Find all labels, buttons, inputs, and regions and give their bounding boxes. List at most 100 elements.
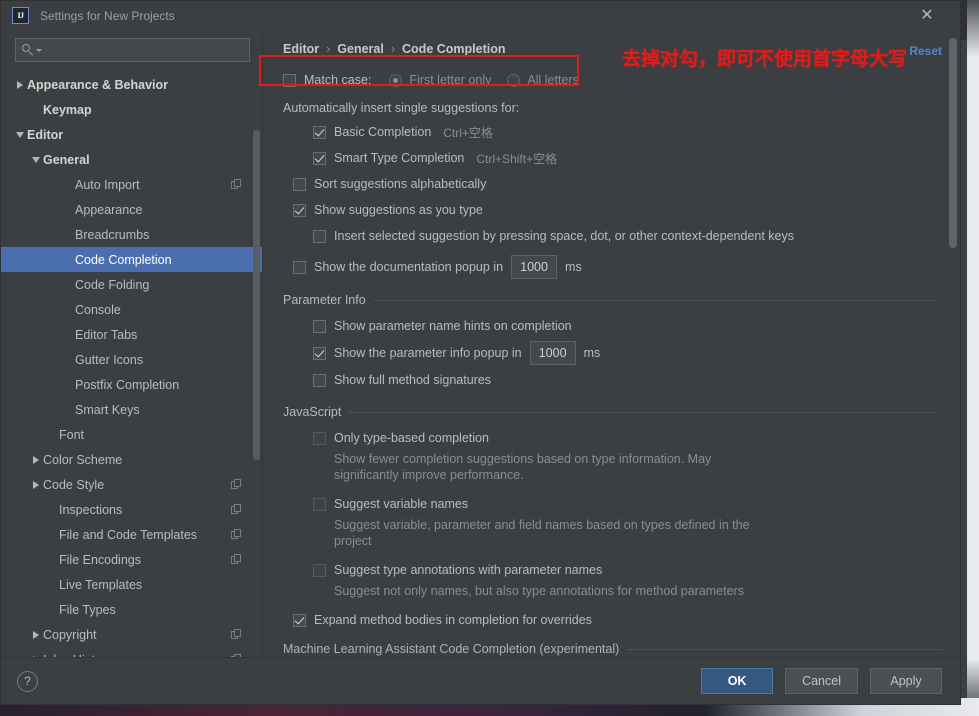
match-case-label: Match case: <box>304 73 372 87</box>
cancel-button[interactable]: Cancel <box>785 668 858 694</box>
sidebar-item-label: Code Folding <box>75 277 150 292</box>
sidebar-item-inspections[interactable]: Inspections <box>1 497 262 522</box>
sidebar-item-label: Inspections <box>59 502 123 517</box>
smart-type-completion-checkbox[interactable] <box>313 151 326 165</box>
doc-popup-label-before: Show the documentation popup in <box>314 260 504 274</box>
doc-popup-checkbox[interactable] <box>293 260 306 274</box>
only-type-based-description: Show fewer completion suggestions based … <box>334 452 712 482</box>
breadcrumb-item: General <box>337 42 384 56</box>
expand-method-bodies-checkbox[interactable] <box>293 613 306 627</box>
chevron-right-icon[interactable] <box>29 455 43 464</box>
section-divider <box>373 299 936 301</box>
section-divider <box>349 411 936 413</box>
suggest-type-annotations-checkbox[interactable] <box>313 563 326 577</box>
doc-popup-delay-input[interactable]: 1000 <box>511 255 558 279</box>
sidebar-item-label: Font <box>59 427 85 442</box>
sidebar-item-file-types[interactable]: File Types <box>1 597 262 622</box>
sidebar-item-appearance-behavior[interactable]: Appearance & Behavior <box>1 72 262 97</box>
sidebar-item-file-and-code-templates[interactable]: File and Code Templates <box>1 522 262 547</box>
ok-button[interactable]: OK <box>701 668 774 694</box>
chevron-right-icon[interactable] <box>29 630 43 639</box>
sidebar-item-label: Code Style <box>43 477 105 492</box>
param-info-popup-row: Show the parameter info popup in 1000 ms <box>313 341 936 365</box>
only-type-based-checkbox[interactable] <box>313 431 326 445</box>
sidebar-item-auto-import[interactable]: Auto Import <box>1 172 262 197</box>
suggest-type-annotations-row: Suggest type annotations with parameter … <box>313 559 936 581</box>
sidebar-item-smart-keys[interactable]: Smart Keys <box>1 397 262 422</box>
sidebar-item-label: Color Scheme <box>43 452 123 467</box>
copy-settings-icon <box>231 554 242 565</box>
sidebar-item-label: File Encodings <box>59 552 141 567</box>
sidebar-item-file-encodings[interactable]: File Encodings <box>1 547 262 572</box>
apply-button[interactable]: Apply <box>870 668 942 694</box>
sidebar-item-font[interactable]: Font <box>1 422 262 447</box>
sidebar-item-console[interactable]: Console <box>1 297 262 322</box>
close-icon[interactable]: ✕ <box>916 5 938 27</box>
basic-completion-row: Basic Completion Ctrl+空格 <box>313 121 936 143</box>
chevron-right-icon[interactable] <box>29 480 43 489</box>
radio-all-letters[interactable] <box>507 73 521 87</box>
sidebar-item-copyright[interactable]: Copyright <box>1 622 262 647</box>
copy-settings-icon <box>231 179 242 190</box>
param-info-popup-delay-input[interactable]: 1000 <box>529 341 576 365</box>
sidebar-item-gutter-icons[interactable]: Gutter Icons <box>1 347 262 372</box>
reset-link[interactable]: Reset <box>909 44 942 58</box>
settings-tree[interactable]: Appearance & Behavior Keymap Editor General… <box>1 68 262 657</box>
search-box[interactable] <box>15 38 250 62</box>
content-scrollbar[interactable] <box>949 38 957 248</box>
suggest-variable-names-checkbox[interactable] <box>313 497 326 511</box>
sidebar-item-inlay-hints[interactable]: Inlay Hints <box>1 647 262 657</box>
sidebar-item-code-style[interactable]: Code Style <box>1 472 262 497</box>
parameter-info-section-header: Parameter Info <box>283 293 936 307</box>
dialog-titlebar: IJ Settings for New Projects ✕ <box>1 1 960 30</box>
sidebar-item-breadcrumbs[interactable]: Breadcrumbs <box>1 222 262 247</box>
sidebar-item-label: Smart Keys <box>75 402 140 417</box>
sidebar-item-label: Inlay Hints <box>43 653 101 658</box>
sidebar-item-color-scheme[interactable]: Color Scheme <box>1 447 262 472</box>
search-icon <box>22 43 35 57</box>
sidebar-item-label: Editor Tabs <box>75 327 138 342</box>
full-method-signatures-label: Show full method signatures <box>334 373 492 387</box>
sidebar-item-live-templates[interactable]: Live Templates <box>1 572 262 597</box>
smart-type-completion-shortcut: Ctrl+Shift+空格 <box>476 151 558 166</box>
sidebar-item-editor[interactable]: Editor <box>1 122 262 147</box>
param-name-hints-checkbox[interactable] <box>313 319 326 333</box>
sidebar-item-label: Live Templates <box>59 577 143 592</box>
doc-popup-row: Show the documentation popup in 1000 ms <box>293 255 936 279</box>
doc-popup-label-after: ms <box>565 260 582 274</box>
radio-first-letter-only[interactable] <box>389 73 403 87</box>
sidebar-item-label: Appearance <box>75 202 143 217</box>
insert-selected-suggestion-label: Insert selected suggestion by pressing s… <box>334 229 794 243</box>
match-case-checkbox[interactable] <box>283 73 296 87</box>
sidebar-item-appearance[interactable]: Appearance <box>1 197 262 222</box>
basic-completion-checkbox[interactable] <box>313 125 326 139</box>
chevron-down-icon[interactable] <box>13 131 27 138</box>
sidebar-item-editor-tabs[interactable]: Editor Tabs <box>1 322 262 347</box>
full-method-signatures-checkbox[interactable] <box>313 373 326 387</box>
full-method-signatures-row: Show full method signatures <box>313 369 936 391</box>
sort-suggestions-checkbox[interactable] <box>293 177 306 191</box>
sort-suggestions-label: Sort suggestions alphabetically <box>314 177 487 191</box>
insert-selected-suggestion-checkbox[interactable] <box>313 229 326 243</box>
sidebar-item-keymap[interactable]: Keymap <box>1 97 262 122</box>
search-input[interactable] <box>42 42 243 58</box>
sidebar-item-label: Breadcrumbs <box>75 227 150 242</box>
help-button[interactable]: ? <box>17 670 38 692</box>
sidebar-scrollbar[interactable] <box>253 130 260 460</box>
basic-completion-label: Basic Completion <box>334 125 432 139</box>
sidebar-item-label: General <box>43 152 90 167</box>
param-info-popup-checkbox[interactable] <box>313 346 326 360</box>
sidebar-item-label: Copyright <box>43 627 97 642</box>
chevron-right-icon[interactable] <box>29 655 43 657</box>
copy-settings-icon <box>231 654 242 657</box>
ml-assistant-section-header: Machine Learning Assistant Code Completi… <box>283 641 942 657</box>
show-suggestions-checkbox[interactable] <box>293 203 306 217</box>
sidebar-item-code-completion[interactable]: Code Completion <box>1 247 262 272</box>
chevron-right-icon[interactable] <box>13 80 27 89</box>
show-suggestions-row: Show suggestions as you type <box>293 199 936 221</box>
sidebar-item-code-folding[interactable]: Code Folding <box>1 272 262 297</box>
sidebar-item-postfix-completion[interactable]: Postfix Completion <box>1 372 262 397</box>
sidebar-item-general[interactable]: General <box>1 147 262 172</box>
auto-insert-group-label: Automatically insert single suggestions … <box>283 101 520 115</box>
chevron-down-icon[interactable] <box>29 156 43 163</box>
